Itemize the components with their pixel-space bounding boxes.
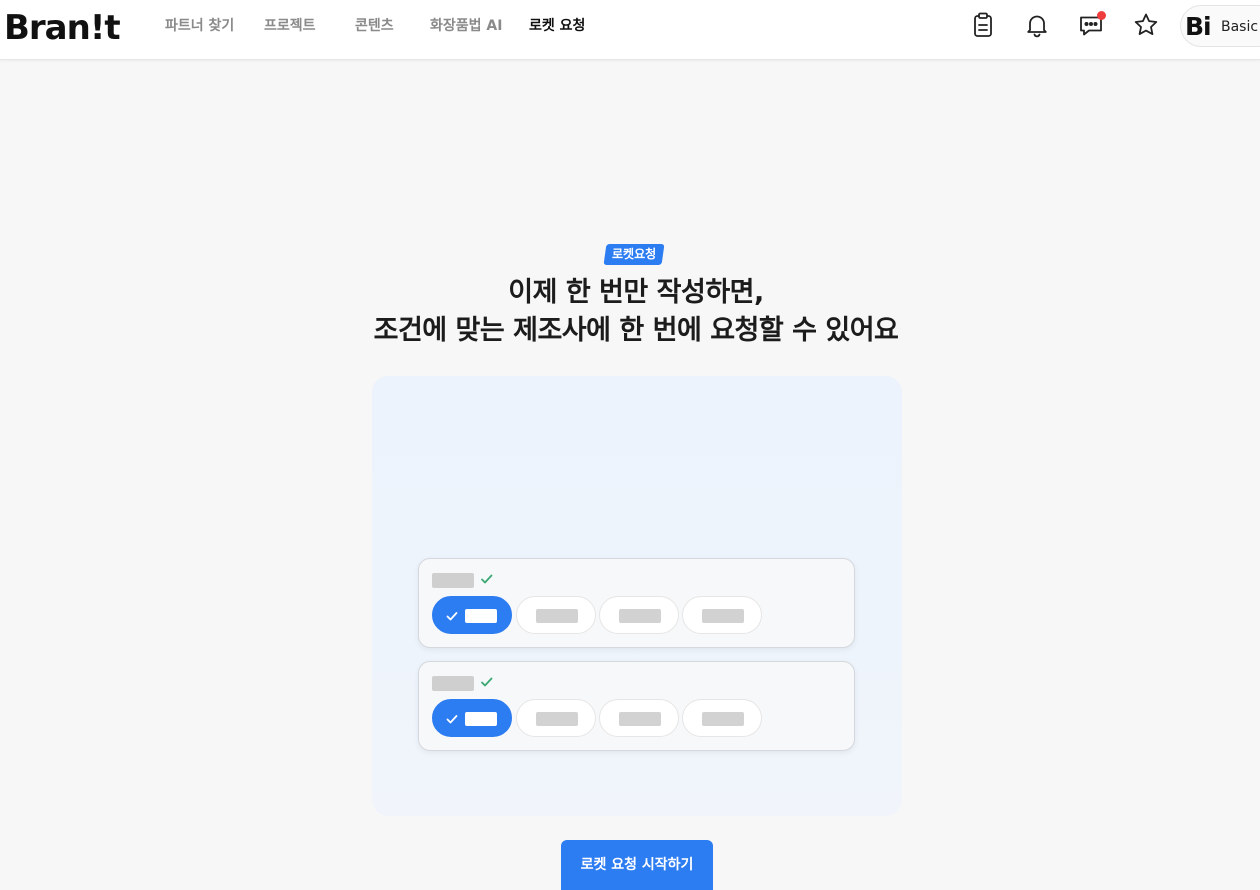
nav-project[interactable]: 프로젝트	[264, 16, 316, 36]
chip-text-placeholder	[702, 712, 744, 726]
headline-line-1: 이제 한 번만 작성하면,	[508, 277, 764, 308]
rocket-request-badge: 로켓요청	[603, 244, 665, 265]
form-card-illustration	[418, 661, 855, 751]
chat-icon[interactable]	[1076, 10, 1106, 40]
profile-menu[interactable]: Bi Basic	[1180, 5, 1260, 47]
plan-label: Basic	[1221, 19, 1259, 35]
chip-text-placeholder	[536, 609, 578, 623]
page-headline: 이제 한 번만 작성하면, 조건에 맞는 제조사에 한 번에 요청할 수 있어요	[300, 274, 972, 350]
chip-text-placeholder	[536, 712, 578, 726]
option-chip	[682, 596, 762, 634]
option-chip	[516, 596, 596, 634]
nav-cosmetics-law-ai[interactable]: 화장품법 AI	[430, 16, 502, 36]
option-chip	[599, 596, 679, 634]
label-placeholder	[432, 676, 474, 691]
headline-line-2: 조건에 맞는 제조사에 한 번에 요청할 수 있어요	[373, 315, 899, 346]
notification-dot	[1097, 11, 1106, 20]
clipboard-icon[interactable]	[968, 10, 998, 40]
option-chip	[682, 699, 762, 737]
check-icon	[446, 612, 458, 621]
nav-rocket-request[interactable]: 로켓 요청	[529, 16, 585, 36]
check-icon	[446, 715, 458, 724]
nav-find-partner[interactable]: 파트너 찾기	[165, 16, 234, 36]
option-chip-selected	[432, 596, 512, 634]
form-card-illustration	[418, 558, 855, 648]
chip-text-placeholder	[619, 712, 661, 726]
chip-text-placeholder	[619, 609, 661, 623]
check-icon	[481, 677, 493, 687]
avatar: Bi	[1185, 12, 1212, 41]
nav-content[interactable]: 콘텐츠	[355, 16, 394, 36]
option-chip-selected	[432, 699, 512, 737]
check-icon	[481, 574, 493, 584]
chip-text-placeholder	[465, 712, 497, 726]
chip-text-placeholder	[702, 609, 744, 623]
brand-logo[interactable]: Bran!t	[4, 8, 121, 48]
option-chip	[516, 699, 596, 737]
bell-icon[interactable]	[1022, 10, 1052, 40]
chip-text-placeholder	[465, 609, 497, 623]
label-placeholder	[432, 573, 474, 588]
star-icon[interactable]	[1131, 10, 1161, 40]
top-navigation-bar: Bran!t 파트너 찾기 프로젝트 콘텐츠 화장품법 AI 로켓 요청 Bi …	[0, 0, 1260, 60]
start-rocket-request-button[interactable]: 로켓 요청 시작하기	[561, 840, 713, 890]
option-chip	[599, 699, 679, 737]
